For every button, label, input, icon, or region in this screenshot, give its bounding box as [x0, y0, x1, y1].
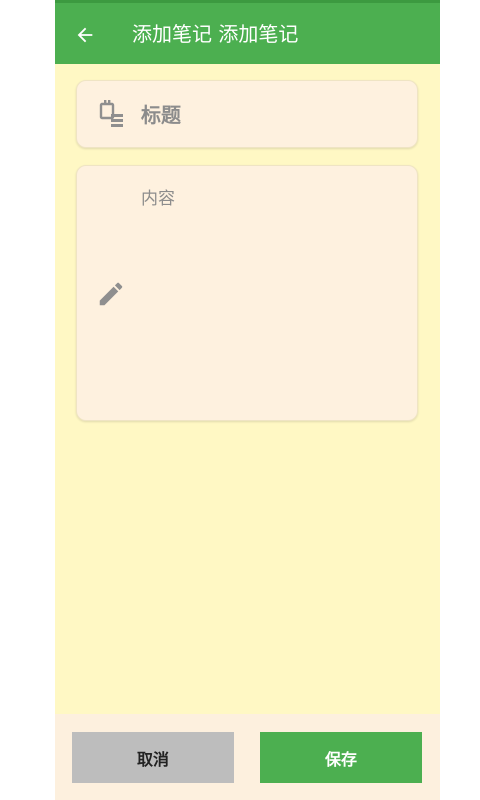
title-card: [76, 80, 418, 148]
back-button[interactable]: [71, 21, 99, 49]
bottom-action-bar: 取消 保存: [55, 714, 440, 800]
save-button[interactable]: 保存: [260, 732, 422, 783]
add-note-screen: 添加笔记 添加笔记 取消 保存: [55, 0, 440, 800]
cancel-button[interactable]: 取消: [72, 732, 234, 783]
title-note-icon: [99, 100, 123, 127]
page-title: 添加笔记 添加笔记: [132, 22, 299, 46]
app-bar: 添加笔记 添加笔记: [55, 0, 440, 64]
content-input[interactable]: [141, 184, 403, 404]
title-input[interactable]: [141, 99, 401, 131]
pencil-icon: [99, 282, 123, 306]
arrow-left-icon: [77, 27, 93, 43]
content-card: [76, 165, 418, 421]
